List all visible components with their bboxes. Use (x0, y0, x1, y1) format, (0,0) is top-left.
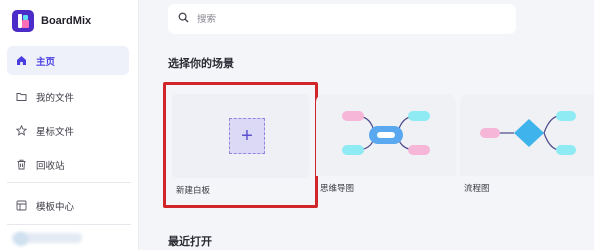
sidebar-item-home[interactable]: 主页 (7, 46, 129, 75)
sidebar-item-starred[interactable]: 星标文件 (7, 116, 129, 145)
flowchart-illustration-icon (480, 111, 576, 155)
home-icon (16, 55, 27, 66)
sidebar-item-label: 主页 (36, 56, 56, 68)
card-thumbnail (460, 94, 594, 176)
folder-icon (16, 91, 27, 102)
card-label: 思维导图 (320, 183, 355, 193)
flowchart-card[interactable]: 流程图 (460, 94, 594, 201)
sidebar-item-trash[interactable]: 回收站 (7, 150, 129, 179)
plus-icon: + (229, 118, 265, 154)
trash-icon (16, 159, 27, 170)
sidebar-item-label: 星标文件 (36, 126, 75, 138)
card-label: 流程图 (464, 183, 490, 193)
sidebar-item-templates[interactable]: 模板中心 (7, 191, 129, 220)
search-input[interactable] (197, 13, 477, 25)
avatar[interactable] (14, 232, 28, 246)
sidebar-item-label: 回收站 (36, 160, 65, 172)
scene-section-title: 选择你的场景 (168, 58, 234, 70)
search-bar[interactable] (168, 4, 516, 34)
sidebar-item-my-files[interactable]: 我的文件 (7, 82, 129, 111)
brand-logo-row[interactable]: BoardMix (12, 10, 91, 32)
sidebar-item-label: 我的文件 (36, 92, 75, 104)
sidebar-item-label: 模板中心 (36, 201, 75, 213)
template-icon (16, 200, 27, 211)
boardmix-logo-icon (12, 10, 34, 32)
mind-map-illustration-icon (342, 111, 430, 155)
brand-name: BoardMix (41, 15, 92, 27)
search-icon (178, 10, 189, 28)
card-thumbnail: + (172, 94, 309, 178)
card-thumbnail (316, 94, 456, 176)
mind-map-card[interactable]: 思维导图 (316, 94, 456, 201)
card-label: 新建白板 (176, 185, 211, 195)
recent-section-title: 最近打开 (168, 236, 212, 248)
new-whiteboard-card[interactable]: + 新建白板 (163, 82, 318, 208)
sidebar-divider (7, 182, 131, 183)
sidebar-divider (7, 224, 131, 225)
star-icon (16, 125, 27, 136)
sidebar: BoardMix 主页 我的文件 星标文件 回收站 模板中心 (0, 0, 139, 250)
